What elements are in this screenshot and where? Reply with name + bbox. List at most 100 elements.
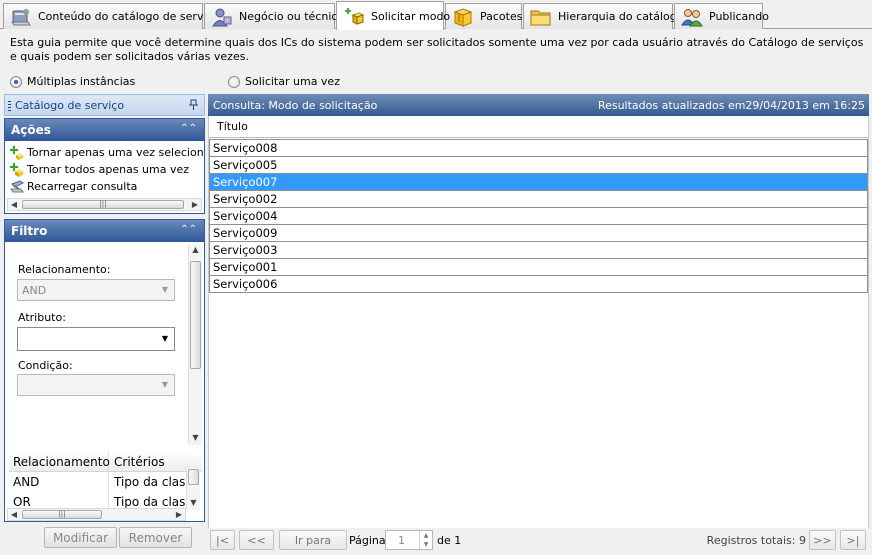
table-cell: Tipo da classe [114,495,185,509]
description-text: Esta guia permite que você determine qua… [10,36,864,63]
radio-unselected-icon[interactable] [228,75,240,88]
tab-request-mode[interactable]: Solicitar modo [336,1,450,30]
table-row[interactable]: Serviço008 [210,139,867,156]
table-row[interactable]: Serviço001 [210,258,867,275]
reload-query-action[interactable]: Recarregar consulta [5,178,204,195]
scroll-right-icon[interactable]: ▶ [189,200,201,209]
attribute-select[interactable]: ▼ [17,327,175,351]
pin-icon[interactable] [189,99,198,114]
go-to-button[interactable]: Ir para [279,530,347,550]
catalog-content-icon [10,7,32,27]
scroll-left-icon[interactable]: ◀ [8,510,20,519]
tab-label: Publicando [709,10,769,23]
table-row[interactable]: Serviço006 [210,275,867,292]
scroll-down-icon[interactable]: ▼ [187,498,200,510]
tab-packages[interactable]: Pacotes [445,3,522,29]
tab-publishing[interactable]: Publicando [674,3,769,29]
query-header: Consulta: Modo de solicitação Resultados… [208,94,869,116]
criteria-table-header: Relacionamento Critérios [9,452,202,472]
tab-catalog-hierarchy[interactable]: Hierarquia do catálogo [523,3,684,29]
previous-page-button[interactable]: << [239,530,274,550]
page-label: Página [349,534,386,547]
modify-button[interactable]: Modificar [44,527,117,548]
relationship-value: AND [22,283,47,297]
page-number-value: 1 [398,533,405,547]
filter-header[interactable]: Filtro ⌃⌃ [5,220,204,242]
first-page-button[interactable]: |< [210,530,235,550]
spinner-icon[interactable]: ▲ ▼ [419,531,432,549]
relationship-select[interactable]: AND ▼ [17,279,175,301]
radio-selected-icon[interactable] [10,75,22,88]
page-number-input[interactable]: 1 ▲ ▼ [385,530,433,550]
actions-header[interactable]: Ações ⌃⌃ [5,119,204,141]
business-user-icon [211,7,233,27]
results-rows: Serviço008 Serviço005 Serviço007 Serviço002… [209,139,868,293]
table-row[interactable]: Serviço004 [210,207,867,224]
scroll-thumb[interactable] [188,469,199,485]
table-row[interactable]: Serviço009 [210,224,867,241]
table-cell: AND [9,472,109,492]
remove-button[interactable]: Remover [119,527,192,548]
add-once-icon [10,145,24,160]
table-row[interactable]: Serviço005 [210,156,867,173]
tab-label: Negócio ou técnico [239,10,345,23]
request-mode-icon [343,6,365,26]
condition-select[interactable]: ▼ [17,374,175,396]
condition-label: Condição: [18,359,73,372]
request-once-radio[interactable]: Solicitar uma vez [228,75,340,88]
actions-title: Ações [11,123,51,137]
chevron-down-icon: ▼ [161,380,168,389]
tab-label: Hierarquia do catálogo [558,10,684,23]
relationship-label: Relacionamento: [18,263,111,276]
tab-label: Solicitar modo [371,9,451,23]
pager: |< << Ir para Página 1 ▲ ▼ de 1 Registros… [208,529,869,553]
drag-grip-icon[interactable] [8,101,11,112]
attribute-label: Atributo: [18,311,66,324]
collapse-icon[interactable]: ⌃⌃ [180,123,197,134]
actions-section: Ações ⌃⌃ Tornar apenas uma vez seleciona… [4,118,205,214]
tab-catalog-content[interactable]: Conteúdo do catálogo de serviço [3,3,219,29]
scroll-right-icon[interactable]: ▶ [173,510,185,519]
actions-horizontal-scrollbar[interactable]: ◀ ||| ▶ [7,198,202,211]
package-icon [452,7,474,27]
mode-radio-group: Múltiplas instâncias Solicitar uma vez [0,75,872,91]
results-updated-text: Resultados atualizados em29/04/2013 em 1… [597,98,865,112]
scroll-down-icon[interactable]: ▼ [189,433,202,445]
scroll-thumb[interactable] [190,261,201,369]
filter-title: Filtro [11,224,48,238]
chevron-down-icon: ▼ [161,285,168,294]
collapse-icon[interactable]: ⌃⌃ [180,224,197,235]
filter-vertical-scrollbar[interactable]: ▲ ▼ [188,245,202,445]
table-cell: Tipo da classe [114,475,185,489]
panel-title: Catálogo de serviço [15,98,125,112]
column-header-relationship[interactable]: Relacionamento [9,452,110,471]
results-grid: Título Serviço008 Serviço005 Serviço007 Ser… [208,116,869,528]
scroll-left-icon[interactable]: ◀ [8,200,20,209]
column-header-title[interactable]: Título [209,116,868,138]
last-page-button[interactable]: >| [840,530,866,550]
request-once-label: Solicitar uma vez [245,75,340,88]
multiple-instances-label: Múltiplas instâncias [27,75,136,88]
scroll-thumb[interactable]: ||| [22,510,102,519]
make-all-once-action[interactable]: Tornar todos apenas uma vez [5,161,204,178]
multiple-instances-radio[interactable]: Múltiplas instâncias [10,75,135,88]
tab-label: Conteúdo do catálogo de serviço [38,10,220,23]
action-label: Tornar apenas uma vez selecionado [27,146,204,159]
make-selected-once-action[interactable]: Tornar apenas uma vez selecionado [5,144,204,161]
action-label: Tornar todos apenas uma vez [27,163,190,176]
table-horizontal-scrollbar[interactable]: ◀ ||| ▶ [7,508,186,521]
action-label: Recarregar consulta [27,180,138,193]
next-page-button[interactable]: >> [809,530,836,550]
scroll-thumb[interactable]: ||| [22,200,184,209]
scroll-up-icon[interactable]: ▲ [189,245,202,257]
column-header-criteria[interactable]: Critérios [109,455,185,469]
query-title: Consulta: Modo de solicitação [213,98,378,112]
tab-bar: Conteúdo do catálogo de serviço Negócio … [0,0,872,30]
table-row[interactable]: AND Tipo da classe [9,472,202,492]
table-row[interactable]: Serviço003 [210,241,867,258]
table-vertical-scrollbar[interactable]: ▼ [186,468,200,510]
table-row[interactable]: Serviço007 [210,173,867,190]
reload-icon [10,179,24,194]
table-row[interactable]: Serviço002 [210,190,867,207]
tab-business-technical[interactable]: Negócio ou técnico [204,3,344,29]
